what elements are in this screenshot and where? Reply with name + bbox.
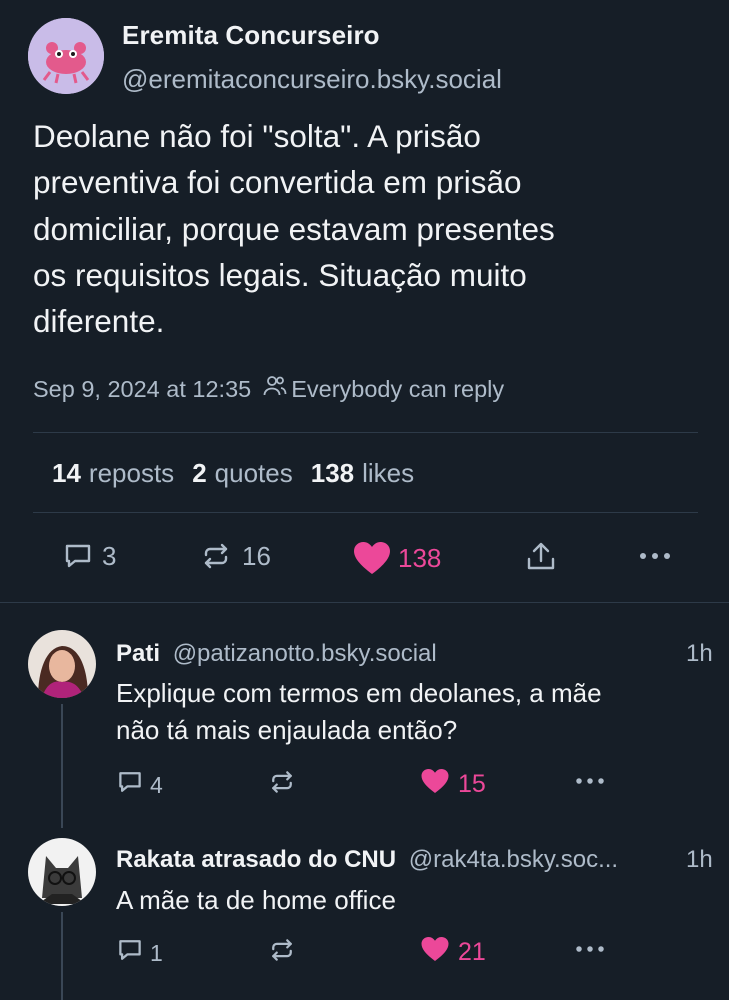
reply-count: 3	[102, 540, 117, 571]
reply-more-button[interactable]	[574, 770, 606, 798]
repost-button[interactable]: 16	[200, 540, 271, 572]
reply-author-handle[interactable]: @rak4ta.bsky.soc...	[409, 846, 618, 873]
reply-avatar[interactable]	[28, 838, 96, 906]
thread-line	[61, 912, 63, 1000]
repost-count: 16	[242, 540, 271, 571]
divider	[0, 602, 729, 603]
post-text-line: Deolane não foi "solta". A prisão	[33, 118, 481, 154]
like-count: 21	[458, 937, 486, 966]
like-button[interactable]: 138	[352, 540, 441, 576]
reply-text-line: não tá mais enjaulada então?	[116, 715, 458, 745]
post-text-line: diferente.	[33, 303, 165, 340]
reply-header: Pati @patizanotto.bsky.social	[116, 640, 437, 668]
reply-setting: Everybody can reply	[291, 375, 505, 402]
reply-icon	[116, 768, 144, 802]
post-text-line: preventiva foi convertida em prisão	[33, 164, 522, 201]
reply-text: Explique com termos em deolanes, a mãe n…	[116, 675, 706, 749]
post-text-line: domiciliar, porque estavam presentes	[33, 210, 555, 247]
reply-icon	[116, 936, 144, 970]
reply-author-name[interactable]: Pati	[116, 640, 160, 667]
more-button[interactable]	[638, 544, 672, 568]
post-meta: Sep 9, 2024 at 12:35 Everybody can reply	[33, 375, 504, 403]
post-timestamp[interactable]: Sep 9, 2024 at 12:35	[33, 376, 251, 403]
repost-icon	[200, 540, 232, 572]
divider	[33, 432, 698, 433]
reply-time: 1h	[686, 640, 713, 667]
reposts-label[interactable]: reposts	[89, 458, 174, 489]
reply-text: A mãe ta de home office	[116, 882, 706, 919]
post-stats: 14 reposts 2 quotes 138 likes	[52, 458, 432, 489]
reposts-count[interactable]: 14	[52, 458, 81, 489]
author-name[interactable]: Eremita Concurseiro	[122, 20, 380, 51]
repost-icon	[268, 936, 296, 970]
repost-icon	[268, 768, 296, 802]
likes-count[interactable]: 138	[311, 458, 354, 489]
reply-icon	[62, 540, 94, 572]
reply-like-button[interactable]: 15	[420, 767, 486, 801]
share-icon	[524, 540, 558, 574]
reply-avatar[interactable]	[28, 630, 96, 698]
reply-count: 4	[150, 771, 163, 798]
more-icon	[574, 770, 606, 798]
people-icon	[263, 375, 287, 403]
share-button[interactable]	[524, 540, 558, 574]
reply-repost-button[interactable]	[268, 936, 296, 970]
reply-button[interactable]: 3	[62, 540, 116, 572]
heart-icon	[420, 767, 450, 801]
reply-header: Rakata atrasado do CNU @rak4ta.bsky.soc.…	[116, 846, 618, 874]
like-count: 15	[458, 769, 486, 798]
post-text: Deolane não foi "solta". A prisão preven…	[33, 113, 703, 344]
reply-like-button[interactable]: 21	[420, 935, 486, 969]
reply-count: 1	[150, 939, 163, 966]
reply-time: 1h	[686, 846, 713, 873]
quotes-count[interactable]: 2	[192, 458, 206, 489]
reply-author-name[interactable]: Rakata atrasado do CNU	[116, 846, 396, 873]
author-handle[interactable]: @eremitaconcurseiro.bsky.social	[122, 64, 502, 95]
reply-reply-button[interactable]: 1	[116, 936, 163, 970]
likes-label[interactable]: likes	[362, 458, 414, 489]
more-icon	[638, 544, 672, 568]
heart-icon	[352, 540, 392, 576]
divider	[33, 512, 698, 513]
reply-text-line: A mãe ta de home office	[116, 885, 396, 915]
reply-reply-button[interactable]: 4	[116, 768, 163, 802]
more-icon	[574, 938, 606, 966]
thread-line	[61, 704, 63, 828]
reply-text-line: Explique com termos em deolanes, a mãe	[116, 678, 602, 708]
heart-icon	[420, 935, 450, 969]
author-avatar[interactable]	[28, 18, 104, 94]
quotes-label[interactable]: quotes	[215, 458, 293, 489]
post-text-line: os requisitos legais. Situação muito	[33, 256, 527, 293]
reply-author-handle[interactable]: @patizanotto.bsky.social	[173, 640, 437, 667]
reply-more-button[interactable]	[574, 938, 606, 966]
like-count: 138	[398, 542, 442, 573]
reply-repost-button[interactable]	[268, 768, 296, 802]
